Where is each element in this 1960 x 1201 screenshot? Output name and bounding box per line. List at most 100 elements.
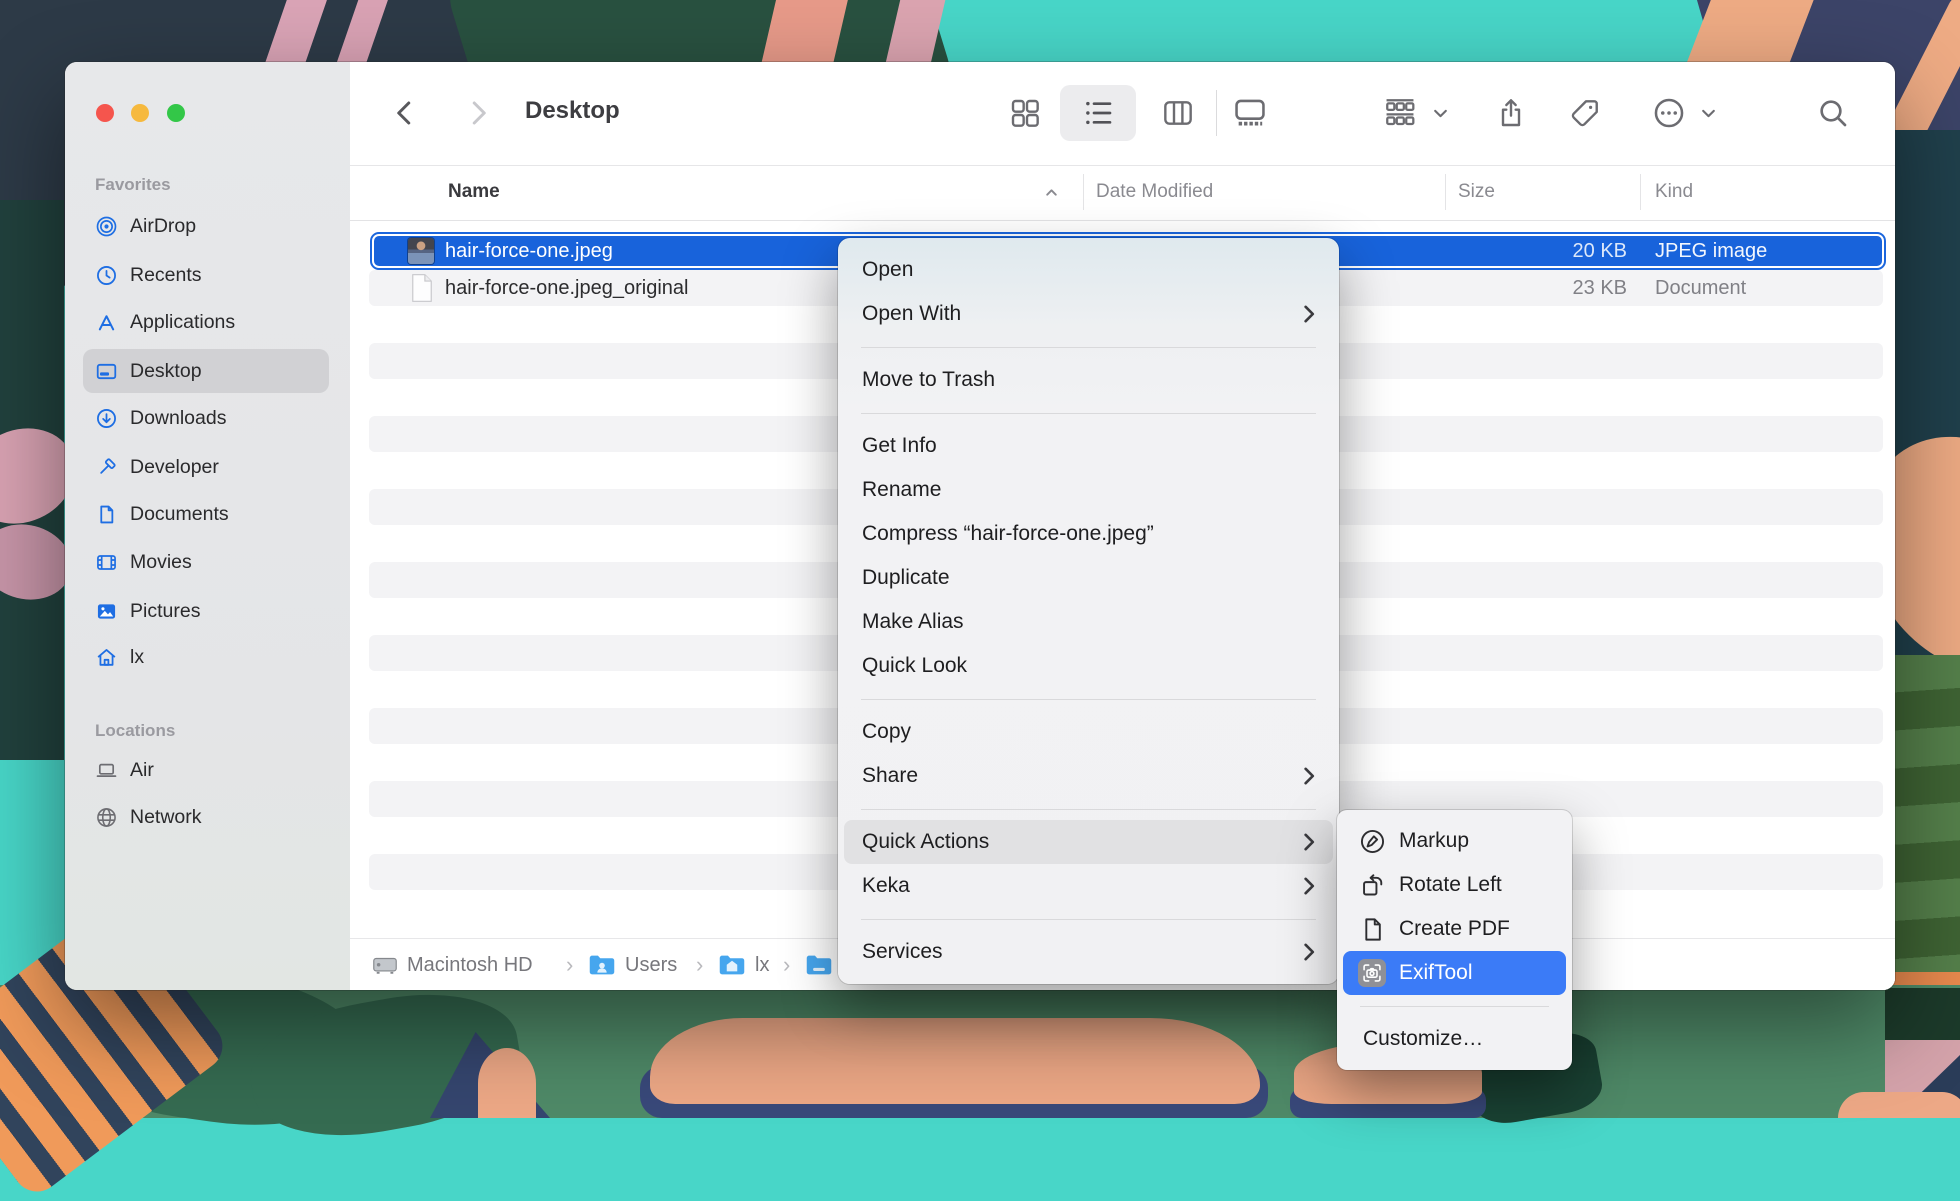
path-segment-label: Users [625, 954, 677, 977]
menu-item-label: Rename [862, 478, 941, 502]
menu-item-label: Services [862, 940, 943, 964]
film-icon [91, 551, 121, 574]
icon-view-button[interactable] [1003, 91, 1047, 135]
clock-icon [91, 264, 121, 287]
path-segment-label: Macintosh HD [407, 954, 533, 977]
menu-separator [838, 908, 1339, 930]
path-segment-desktop[interactable] [805, 939, 842, 990]
app-store-icon [91, 311, 121, 334]
submenu-item-create-pdf[interactable]: Create PDF [1337, 907, 1572, 951]
file-kind: JPEG image [1655, 240, 1767, 262]
sidebar-item-applications[interactable]: Applications [83, 300, 329, 344]
menu-item-get-info[interactable]: Get Info [838, 424, 1339, 468]
back-button[interactable] [383, 91, 427, 135]
file-name[interactable]: hair-force-one.jpeg [445, 240, 613, 262]
menu-item-keka[interactable]: Keka [838, 864, 1339, 908]
column-view-icon [1162, 97, 1194, 129]
sidebar-item-downloads[interactable]: Downloads [83, 396, 329, 440]
menu-item-open-with[interactable]: Open With [838, 292, 1339, 336]
menu-item-compress[interactable]: Compress “hair-force-one.jpeg” [838, 512, 1339, 556]
menu-item-duplicate[interactable]: Duplicate [838, 556, 1339, 600]
sidebar-item-recents[interactable]: Recents [83, 253, 329, 297]
column-view-button[interactable] [1156, 91, 1200, 135]
path-chevron: › [696, 939, 703, 990]
column-divider[interactable] [1445, 174, 1446, 210]
file-size: 23 KB [1427, 277, 1627, 299]
sidebar-item-label: Documents [130, 503, 229, 526]
column-header-kind[interactable]: Kind [1655, 181, 1693, 203]
close-button[interactable] [96, 104, 114, 122]
sidebar-item-label: Downloads [130, 407, 226, 430]
more-actions-chevron[interactable] [1693, 91, 1723, 135]
menu-item-quick-actions[interactable]: Quick Actions [844, 820, 1333, 864]
menu-item-services[interactable]: Services [838, 930, 1339, 974]
group-by-chevron[interactable] [1425, 91, 1455, 135]
forward-button[interactable] [456, 91, 500, 135]
path-segment-lx[interactable]: lx [718, 939, 769, 990]
gallery-view-button[interactable] [1228, 91, 1272, 135]
sidebar-section-favorites: Favorites [95, 174, 171, 196]
menu-item-copy[interactable]: Copy [838, 710, 1339, 754]
more-actions-button[interactable] [1647, 91, 1691, 135]
search-button[interactable] [1811, 91, 1855, 135]
menu-item-open[interactable]: Open [838, 248, 1339, 292]
column-header-size[interactable]: Size [1458, 181, 1495, 203]
sidebar-item-desktop[interactable]: Desktop [83, 349, 329, 393]
submenu-chevron-icon [1304, 943, 1315, 961]
laptop-icon [91, 759, 121, 782]
sidebar-item-label: Network [130, 806, 202, 829]
submenu-item-label: ExifTool [1399, 961, 1473, 985]
path-segment-label: lx [755, 954, 769, 977]
zoom-button[interactable] [167, 104, 185, 122]
sidebar-item-air[interactable]: Air [83, 748, 329, 792]
markup-icon [1357, 828, 1387, 855]
column-header-name[interactable]: Name [448, 181, 500, 203]
column-header-date[interactable]: Date Modified [1096, 181, 1213, 203]
menu-item-label: Duplicate [862, 566, 950, 590]
file-name[interactable]: hair-force-one.jpeg_original [445, 277, 688, 299]
sort-ascending-icon [1044, 185, 1059, 205]
chevron-right-icon [463, 98, 493, 128]
grid-view-icon [1009, 97, 1041, 129]
submenu-item-markup[interactable]: Markup [1337, 819, 1572, 863]
list-view-button[interactable] [1076, 91, 1120, 135]
submenu-item-rotate-left[interactable]: Rotate Left [1337, 863, 1572, 907]
sidebar-item-pictures[interactable]: Pictures [83, 589, 329, 633]
sidebar-item-label: Air [130, 759, 154, 782]
column-divider[interactable] [1083, 174, 1084, 210]
sidebar-item-developer[interactable]: Developer [83, 445, 329, 489]
menu-item-label: Quick Look [862, 654, 967, 678]
menu-item-label: Move to Trash [862, 368, 995, 392]
group-by-button[interactable] [1378, 91, 1422, 135]
submenu-item-customize[interactable]: Customize… [1337, 1017, 1572, 1061]
menu-item-label: Keka [862, 874, 910, 898]
submenu-item-exiftool[interactable]: ExifTool [1343, 951, 1566, 995]
share-button[interactable] [1489, 91, 1533, 135]
minimize-button[interactable] [131, 104, 149, 122]
toolbar-divider [1216, 90, 1217, 136]
sidebar-item-network[interactable]: Network [83, 795, 329, 839]
sidebar-item-movies[interactable]: Movies [83, 540, 329, 584]
menu-item-share[interactable]: Share [838, 754, 1339, 798]
submenu-chevron-icon [1304, 767, 1315, 785]
menu-item-quick-look[interactable]: Quick Look [838, 644, 1339, 688]
group-by-icon [1383, 96, 1417, 130]
exiftool-icon [1357, 959, 1387, 987]
path-segment-users[interactable]: Users [588, 939, 677, 990]
image-thumbnail-icon [408, 238, 434, 264]
sidebar-item-documents[interactable]: Documents [83, 492, 329, 536]
menu-item-make-alias[interactable]: Make Alias [838, 600, 1339, 644]
hammer-icon [91, 456, 121, 479]
sidebar-item-label: lx [130, 646, 144, 669]
path-segment-macintosh-hd[interactable]: Macintosh HD [372, 939, 533, 990]
wallpaper-shape [478, 1048, 536, 1118]
path-chevron: › [783, 939, 790, 990]
submenu-separator [1337, 995, 1572, 1017]
menu-item-rename[interactable]: Rename [838, 468, 1339, 512]
document-icon [91, 503, 121, 526]
sidebar-item-airdrop[interactable]: AirDrop [83, 204, 329, 248]
column-divider[interactable] [1640, 174, 1641, 210]
sidebar-item-lx-home[interactable]: lx [83, 635, 329, 679]
tags-button[interactable] [1563, 91, 1607, 135]
menu-item-move-to-trash[interactable]: Move to Trash [838, 358, 1339, 402]
